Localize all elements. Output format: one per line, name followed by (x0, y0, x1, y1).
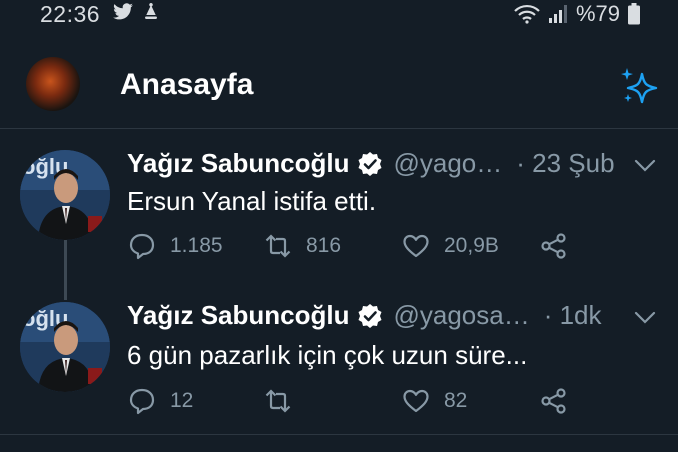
signal-icon (548, 5, 567, 23)
tweet-header: Yağız Sabuncoğlu @yago… · 23 Şub (127, 148, 615, 179)
chevron-down-icon[interactable] (634, 311, 656, 325)
tweet-text: Ersun Yanal istifa etti. (127, 186, 377, 216)
reply-count: 1.185 (170, 234, 223, 257)
like-count: 20,9B (444, 234, 499, 257)
author-handle: @yago… (393, 148, 503, 178)
status-time: 22:36 (40, 1, 101, 27)
notification-icon (145, 3, 157, 19)
share-button[interactable] (540, 232, 582, 260)
tweet-timestamp: · 23 Şub (516, 148, 615, 178)
retweet-icon (265, 389, 291, 413)
tweet-text: 6 gün pazarlık için çok uzun süre... (127, 340, 528, 370)
home-header: Anasayfa (0, 30, 678, 129)
tweet-actions: 12 82 (128, 387, 578, 421)
twitter-icon (113, 3, 133, 20)
battery-icon (628, 3, 640, 25)
retweet-count: 816 (306, 234, 342, 257)
status-left-icons (112, 2, 160, 22)
verified-badge-icon (358, 151, 382, 176)
battery-percent: %79 (575, 1, 620, 26)
chevron-down-icon[interactable] (634, 159, 656, 173)
heart-icon (403, 389, 429, 413)
author-avatar[interactable]: oğlu (20, 150, 110, 240)
reply-icon (129, 233, 155, 260)
status-bar: 22:36 %79 (0, 0, 678, 30)
author-name[interactable]: Yağız Sabuncoğlu (127, 148, 349, 179)
share-icon (541, 388, 566, 414)
share-icon (541, 233, 566, 259)
author-handle: @yagosa… (393, 300, 530, 330)
reply-icon (129, 388, 155, 415)
status-right-icons: %79 (514, 1, 640, 27)
sparkle-icon[interactable] (618, 65, 662, 109)
like-button[interactable]: 20,9B (402, 232, 499, 260)
page-title: Anasayfa (120, 68, 254, 101)
profile-avatar[interactable] (26, 57, 80, 111)
verified-badge-icon (358, 303, 382, 328)
tweet-actions: 1.185 816 20,9B (128, 232, 578, 266)
tweet[interactable]: oğlu Yağız Sabuncoğlu @yago… · 23 Şub Er… (0, 128, 678, 278)
tweet-timestamp: · 1dk (543, 300, 602, 330)
reply-button[interactable]: 12 (128, 387, 193, 415)
retweet-button[interactable] (264, 387, 306, 415)
author-avatar[interactable]: oğlu (20, 302, 110, 392)
like-count: 82 (444, 389, 468, 412)
reply-button[interactable]: 1.185 (128, 232, 223, 260)
retweet-icon (265, 234, 291, 258)
tweet[interactable]: oğlu Yağız Sabuncoğlu @yagosa… · 1dk 6 g… (0, 278, 678, 435)
author-name[interactable]: Yağız Sabuncoğlu (127, 300, 349, 331)
like-button[interactable]: 82 (402, 387, 467, 415)
share-button[interactable] (540, 387, 582, 415)
reply-count: 12 (170, 389, 194, 412)
retweet-button[interactable]: 816 (264, 232, 341, 260)
wifi-icon (514, 4, 540, 24)
heart-icon (403, 234, 429, 258)
tweet-header: Yağız Sabuncoğlu @yagosa… · 1dk (127, 300, 602, 331)
